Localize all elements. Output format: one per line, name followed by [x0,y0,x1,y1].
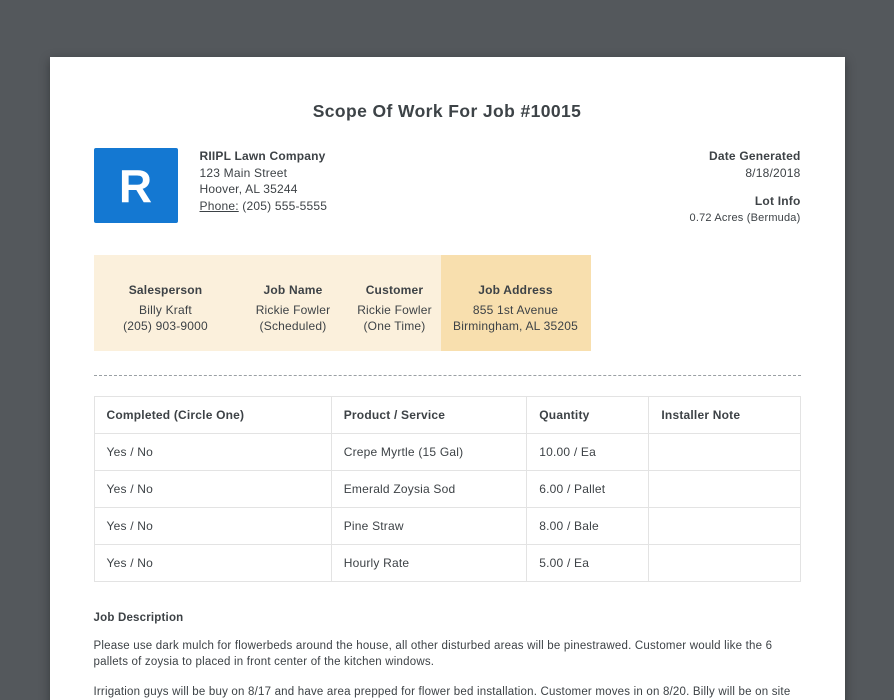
company-name: RIIPL Lawn Company [199,149,326,163]
job-name-cell: Job Name Rickie Fowler (Scheduled) [237,255,349,351]
cell-completed: Yes / No [93,470,332,508]
salesperson-phone: (205) 903-9000 [123,319,208,333]
customer-type: (One Time) [363,319,426,333]
lot-info-value: 0.72 Acres (Bermuda) [689,211,801,224]
company-block: R RIIPL Lawn Company 123 Main Street Hoo… [93,148,328,223]
cell-product: Crepe Myrtle (15 Gal) [330,433,528,471]
cell-quantity: 5.00 / Ea [526,544,650,582]
document-title: Scope Of Work For Job #10015 [312,101,582,121]
company-address-line2: Hoover, AL 35244 [199,182,298,196]
table-header-row: Completed (Circle One) Product / Service… [93,396,801,434]
job-name-value: Rickie Fowler [255,302,331,317]
header-installer-note: Installer Note [648,396,801,434]
job-description-paragraph: Please use dark mulch for flowerbeds aro… [93,640,773,668]
lot-info-label: Lot Info [754,194,801,208]
document-page: Scope Of Work For Job #10015 R RIIPL Law… [49,57,845,700]
cell-installer-note [648,507,801,545]
dashed-separator [93,375,801,376]
job-description-paragraph: Irrigation guys will be buy on 8/17 and … [93,686,791,698]
job-info-band: Salesperson Billy Kraft (205) 903-9000 J… [93,255,591,351]
cell-completed: Yes / No [93,507,332,545]
salesperson-cell: Salesperson Billy Kraft (205) 903-9000 [93,255,238,351]
document-header: R RIIPL Lawn Company 123 Main Street Hoo… [93,148,801,226]
cell-quantity: 10.00 / Ea [526,433,650,471]
company-phone-row: Phone: (205) 555-5555 [200,198,328,215]
header-completed: Completed (Circle One) [93,396,332,434]
job-name-label: Job Name [263,283,323,297]
cell-product: Emerald Zoysia Sod [330,470,528,508]
job-address-label: Job Address [478,283,553,297]
job-address-cell: Job Address 855 1st Avenue Birmingham, A… [440,255,591,351]
customer-label: Customer [365,283,424,297]
salesperson-label: Salesperson [128,283,203,297]
customer-name: Rickie Fowler [357,302,432,317]
cell-completed: Yes / No [93,544,332,582]
work-table: Completed (Circle One) Product / Service… [93,396,801,582]
job-address-line2: Birmingham, AL 35205 [453,319,578,333]
cell-installer-note [648,470,801,508]
phone-label: Phone: [199,198,239,213]
job-name-status: (Scheduled) [259,319,327,333]
company-address-line1: 123 Main Street [199,165,288,180]
table-row: Yes / No Hourly Rate 5.00 / Ea [93,544,801,582]
customer-cell: Customer Rickie Fowler (One Time) [348,255,441,351]
document-meta: Date Generated 8/18/2018 Lot Info 0.72 A… [690,148,801,226]
header-quantity: Quantity [526,396,650,434]
company-logo: R [93,148,178,223]
cell-quantity: 8.00 / Bale [526,507,650,545]
date-generated-label: Date Generated [709,149,801,163]
phone-number: (205) 555-5555 [242,198,328,213]
table-row: Yes / No Emerald Zoysia Sod 6.00 / Palle… [93,470,801,508]
company-info: RIIPL Lawn Company 123 Main Street Hoove… [200,148,328,214]
table-row: Yes / No Pine Straw 8.00 / Bale [93,507,801,545]
salesperson-name: Billy Kraft [139,302,192,317]
header-product-service: Product / Service [330,396,528,434]
job-address-line1: 855 1st Avenue [472,302,559,317]
cell-installer-note [648,544,801,582]
cell-quantity: 6.00 / Pallet [526,470,650,508]
cell-product: Hourly Rate [330,544,528,582]
cell-product: Pine Straw [330,507,528,545]
cell-completed: Yes / No [93,433,332,471]
date-generated-value: 8/18/2018 [745,165,801,180]
cell-installer-note [648,433,801,471]
logo-letter-icon: R [118,159,153,212]
job-description-heading: Job Description [93,612,184,624]
table-row: Yes / No Crepe Myrtle (15 Gal) 10.00 / E… [93,433,801,471]
